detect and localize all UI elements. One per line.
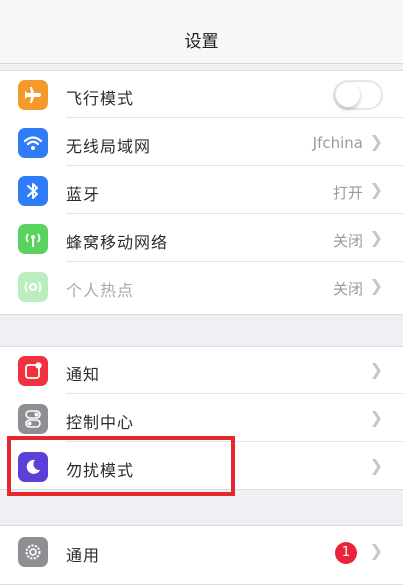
highlight-box (7, 436, 235, 496)
hotspot-icon (18, 272, 48, 302)
bluetooth-icon (18, 176, 48, 206)
wifi-icon (18, 128, 48, 158)
settings-row-cellular[interactable]: 蜂窝移动网络 关闭 ❯ (0, 215, 403, 262)
settings-row-bluetooth[interactable]: 蓝牙 打开 ❯ (0, 167, 403, 214)
chevron-right-icon: ❯ (369, 228, 383, 247)
settings-row-label: 个人热点 (66, 281, 135, 300)
chevron-right-icon: ❯ (369, 456, 383, 475)
chevron-right-icon: ❯ (369, 541, 383, 560)
gear-icon (18, 537, 48, 567)
bluetooth-status-value: 打开 (332, 184, 363, 202)
settings-row-personal-hotspot[interactable]: 个人热点 关闭 ❯ (0, 263, 403, 310)
settings-row-label: 通用 (66, 546, 101, 565)
page-title: 设置 (184, 32, 219, 52)
settings-row-label: 通知 (66, 365, 101, 384)
settings-group-connectivity: 飞行模式 无线局域网 Jfchina ❯ 蓝牙 打开 ❯ 蜂窝移动网络 关闭 ❯… (0, 70, 403, 315)
update-badge: 1 (335, 542, 357, 564)
chevron-right-icon: ❯ (369, 180, 383, 199)
navigation-bar: 设置 (0, 0, 403, 64)
settings-row-wifi[interactable]: 无线局域网 Jfchina ❯ (0, 119, 403, 166)
chevron-right-icon: ❯ (369, 408, 383, 427)
settings-row-label: 蜂窝移动网络 (66, 233, 169, 252)
settings-row-general[interactable]: 通用 1 ❯ (0, 528, 403, 575)
settings-row-label: 蓝牙 (66, 185, 101, 204)
cellular-status-value: 关闭 (332, 232, 363, 250)
control-center-icon (18, 404, 48, 434)
chevron-right-icon: ❯ (369, 132, 383, 151)
settings-row-label: 控制中心 (66, 413, 135, 432)
notifications-icon (18, 356, 48, 386)
settings-row-airplane-mode[interactable]: 飞行模式 (0, 71, 403, 118)
airplane-icon (18, 80, 48, 110)
airplane-mode-toggle[interactable] (333, 80, 383, 110)
hotspot-status-value: 关闭 (332, 280, 363, 298)
settings-group-general: 通用 1 ❯ (0, 525, 403, 585)
chevron-right-icon: ❯ (369, 276, 383, 295)
settings-row-control-center[interactable]: 控制中心 ❯ (0, 395, 403, 442)
settings-row-label: 飞行模式 (66, 89, 135, 108)
settings-row-label: 无线局域网 (66, 137, 152, 156)
settings-row-notifications[interactable]: 通知 ❯ (0, 347, 403, 394)
cellular-icon (18, 224, 48, 254)
chevron-right-icon: ❯ (369, 360, 383, 379)
wifi-network-value: Jfchina (312, 134, 363, 152)
